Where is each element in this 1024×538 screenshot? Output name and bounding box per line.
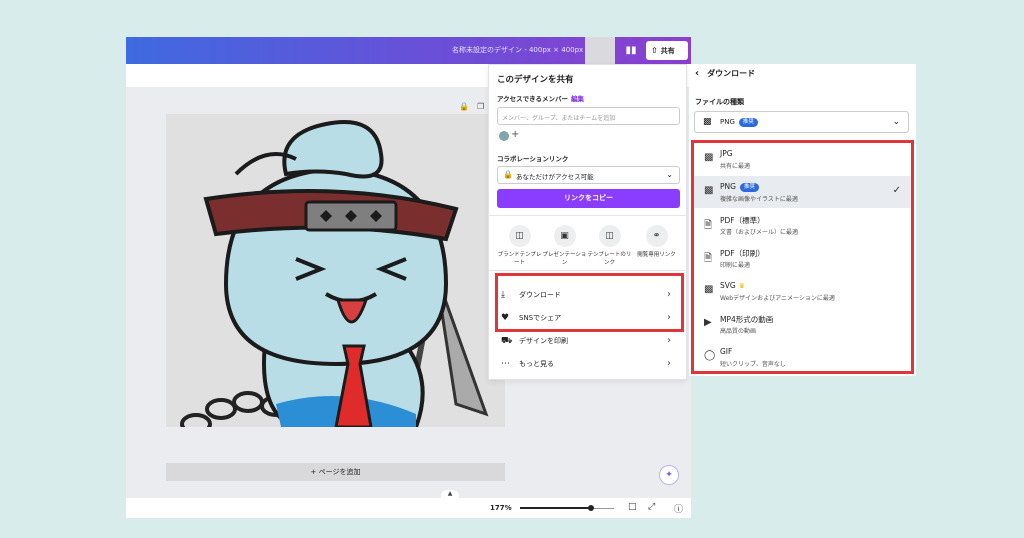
file-type-label: ファイルの種類 (695, 98, 744, 106)
file-type-select[interactable]: ▩ PNG 推奨 ⌄ (694, 111, 909, 133)
magic-icon[interactable]: ✦ (659, 465, 679, 485)
option-template-link[interactable]: ◫ テンプレートのリンク (587, 225, 632, 267)
chevron-down-icon: ⌄ (666, 170, 673, 179)
lock-icon: 🔒 (503, 170, 513, 179)
stats-icon[interactable]: ▮▮ (622, 42, 640, 59)
design-title[interactable]: 名称未設定のデザイン - 400px × 400px (452, 45, 583, 55)
zoom-slider-handle[interactable] (588, 505, 594, 511)
avatar (499, 131, 509, 141)
download-header: ‹ ダウンロード (695, 68, 756, 79)
chevron-right-icon: › (667, 358, 671, 369)
access-label: アクセスできるメンバー 編集 (497, 95, 585, 103)
share-panel: このデザインを共有 アクセスできるメンバー 編集 メンバー、グループ、またはチーム… (488, 64, 688, 380)
share-button[interactable]: ⇧ 共有 (646, 41, 688, 60)
top-bar: 名称未設定のデザイン - 400px × 400px ▮▮ ⇧ 共有 (126, 37, 691, 64)
bottom-bar: ▲ 177% □ ⤢ ⓘ (126, 490, 691, 518)
back-icon[interactable]: ‹ (695, 68, 699, 79)
zoom-slider-fill (520, 507, 590, 509)
truck-icon: ⛟ (501, 336, 513, 346)
template-icon: ◫ (508, 225, 531, 247)
row-more[interactable]: ⋯ もっと見る › (497, 353, 681, 375)
pages-toggle-icon[interactable]: ▲ (441, 490, 459, 499)
template-link-icon: ◫ (598, 225, 621, 247)
access-select[interactable]: 🔒 あなただけがアクセス可能 ⌄ (497, 166, 680, 184)
add-page-button[interactable]: + ページを追加 (166, 463, 505, 481)
edit-badge[interactable]: 編集 (571, 95, 584, 103)
upload-icon: ⇧ (651, 46, 658, 55)
option-view-only-link[interactable]: ⚭ 閲覧専用リンク (634, 225, 679, 259)
artboard[interactable] (166, 114, 505, 427)
image-icon: ▩ (703, 117, 712, 127)
zoom-level[interactable]: 177% (490, 504, 512, 512)
collab-link-label: コラボレーションリンク (497, 155, 569, 163)
row-print-design[interactable]: ⛟ デザインを印刷 › (497, 330, 681, 352)
duplicate-icon[interactable]: ❐ (477, 102, 484, 111)
divider (489, 270, 688, 271)
presentation-icon: ▣ (553, 225, 576, 247)
link-icon: ⚭ (645, 225, 668, 247)
highlight-box (691, 140, 914, 374)
help-icon[interactable]: ⓘ (674, 502, 683, 515)
chevron-right-icon: › (667, 335, 671, 346)
recommended-badge: 推奨 (738, 117, 758, 127)
highlight-box (495, 273, 684, 332)
copy-link-button[interactable]: リンクをコピー (497, 189, 680, 208)
more-icon: ⋯ (501, 359, 510, 369)
page-count-icon[interactable]: □ (628, 502, 637, 512)
lock-icon[interactable]: 🔒 (459, 102, 469, 111)
share-panel-title: このデザインを共有 (497, 75, 574, 85)
mascot-illustration (180, 120, 489, 427)
avatar-placeholder[interactable] (585, 37, 615, 64)
option-brand-template[interactable]: ◫ ブランドテンプレート (497, 225, 542, 267)
add-member-icon[interactable]: + (511, 129, 519, 140)
option-presentation[interactable]: ▣ プレゼンテーション (542, 225, 587, 267)
member-input[interactable]: メンバー、グループ、またはチームを追加 (497, 107, 680, 125)
chevron-down-icon: ⌄ (892, 117, 900, 127)
fullscreen-icon[interactable]: ⤢ (648, 502, 655, 512)
divider (489, 215, 688, 216)
